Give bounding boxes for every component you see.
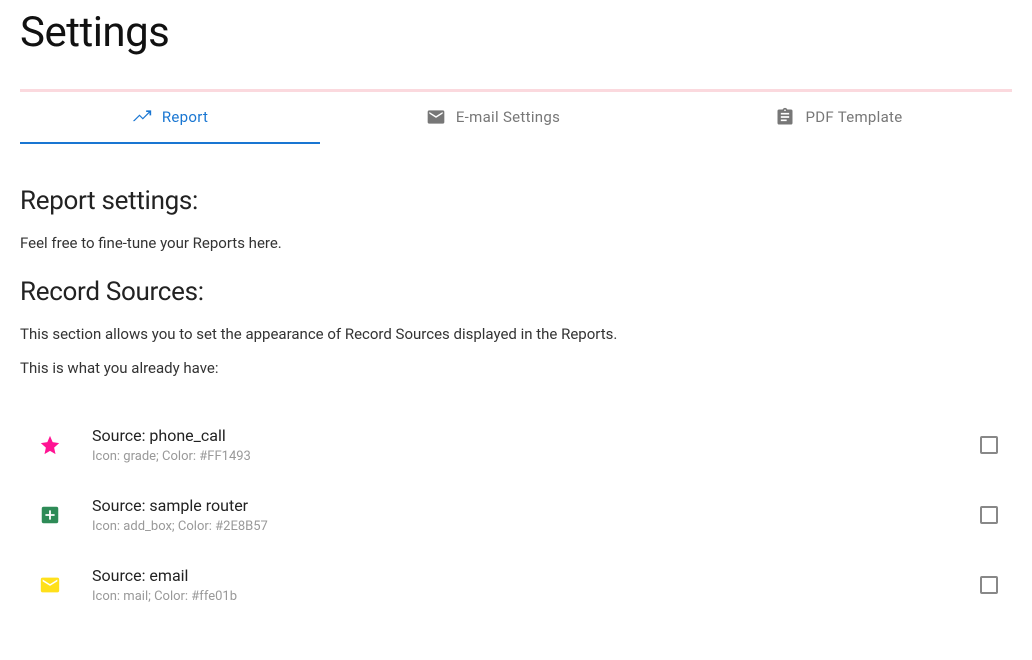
mail-icon: [426, 107, 446, 127]
tabs: Report E-mail Settings PDF Template: [20, 92, 1012, 144]
source-checkbox[interactable]: [980, 436, 998, 454]
page-title: Settings: [20, 8, 1012, 57]
mail-solid-icon: [38, 573, 62, 597]
source-row[interactable]: Source: sample router Icon: add_box; Col…: [20, 480, 1012, 550]
tab-report[interactable]: Report: [20, 92, 320, 144]
report-heading: Report settings:: [20, 186, 1012, 216]
sources-already: This is what you already have:: [20, 357, 1012, 380]
source-secondary: Icon: grade; Color: #FF1493: [92, 449, 950, 464]
source-primary: Source: phone_call: [92, 426, 950, 445]
assignment-icon: [775, 107, 795, 127]
sources-intro: This section allows you to set the appea…: [20, 323, 1012, 346]
tab-label: E-mail Settings: [456, 108, 560, 126]
tab-label: PDF Template: [805, 108, 902, 126]
source-list: Source: phone_call Icon: grade; Color: #…: [20, 410, 1012, 620]
source-secondary: Icon: add_box; Color: #2E8B57: [92, 519, 950, 534]
source-checkbox[interactable]: [980, 506, 998, 524]
grade-icon: [38, 433, 62, 457]
add-box-icon: [38, 503, 62, 527]
source-text: Source: phone_call Icon: grade; Color: #…: [92, 426, 950, 464]
source-secondary: Icon: mail; Color: #ffe01b: [92, 589, 950, 604]
source-text: Source: email Icon: mail; Color: #ffe01b: [92, 566, 950, 604]
source-primary: Source: email: [92, 566, 950, 585]
chart-line-icon: [132, 107, 152, 127]
report-section: Report settings: Feel free to fine-tune …: [20, 144, 1012, 620]
source-row[interactable]: Source: email Icon: mail; Color: #ffe01b: [20, 550, 1012, 620]
source-row[interactable]: Source: phone_call Icon: grade; Color: #…: [20, 410, 1012, 480]
tab-label: Report: [162, 108, 208, 126]
source-text: Source: sample router Icon: add_box; Col…: [92, 496, 950, 534]
tab-email-settings[interactable]: E-mail Settings: [320, 92, 666, 144]
source-checkbox[interactable]: [980, 576, 998, 594]
sources-heading: Record Sources:: [20, 277, 1012, 307]
source-primary: Source: sample router: [92, 496, 950, 515]
tab-pdf-template[interactable]: PDF Template: [666, 92, 1012, 144]
report-intro: Feel free to fine-tune your Reports here…: [20, 232, 1012, 255]
